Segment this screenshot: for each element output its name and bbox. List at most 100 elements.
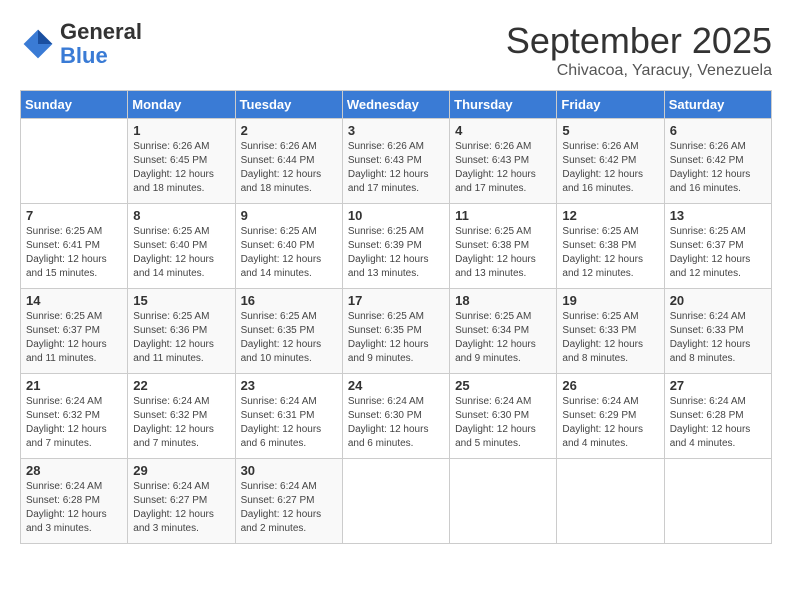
table-row: 27 Sunrise: 6:24 AM Sunset: 6:28 PM Dayli… — [664, 374, 771, 459]
day-number: 15 — [133, 293, 229, 308]
title-block: September 2025 Chivacoa, Yaracuy, Venezu… — [506, 20, 772, 80]
logo: General Blue — [20, 20, 142, 68]
day-info: Sunrise: 6:25 AM Sunset: 6:41 PM Dayligh… — [26, 225, 122, 281]
day-number: 3 — [348, 123, 444, 138]
day-info: Sunrise: 6:24 AM Sunset: 6:32 PM Dayligh… — [26, 395, 122, 451]
table-row: 10 Sunrise: 6:25 AM Sunset: 6:39 PM Dayli… — [342, 204, 449, 289]
column-header-thursday: Thursday — [450, 91, 557, 119]
day-number: 25 — [455, 378, 551, 393]
table-row: 26 Sunrise: 6:24 AM Sunset: 6:29 PM Dayli… — [557, 374, 664, 459]
day-number: 16 — [241, 293, 337, 308]
day-number: 28 — [26, 463, 122, 478]
day-info: Sunrise: 6:25 AM Sunset: 6:40 PM Dayligh… — [241, 225, 337, 281]
day-info: Sunrise: 6:24 AM Sunset: 6:32 PM Dayligh… — [133, 395, 229, 451]
day-number: 5 — [562, 123, 658, 138]
day-info: Sunrise: 6:24 AM Sunset: 6:29 PM Dayligh… — [562, 395, 658, 451]
table-row: 3 Sunrise: 6:26 AM Sunset: 6:43 PM Daylig… — [342, 119, 449, 204]
column-header-monday: Monday — [128, 91, 235, 119]
day-number: 18 — [455, 293, 551, 308]
day-info: Sunrise: 6:25 AM Sunset: 6:33 PM Dayligh… — [562, 310, 658, 366]
day-info: Sunrise: 6:24 AM Sunset: 6:27 PM Dayligh… — [241, 480, 337, 536]
day-info: Sunrise: 6:26 AM Sunset: 6:45 PM Dayligh… — [133, 140, 229, 196]
subtitle: Chivacoa, Yaracuy, Venezuela — [506, 62, 772, 80]
day-info: Sunrise: 6:26 AM Sunset: 6:42 PM Dayligh… — [670, 140, 766, 196]
day-number: 8 — [133, 208, 229, 223]
day-number: 10 — [348, 208, 444, 223]
day-number: 29 — [133, 463, 229, 478]
table-row: 20 Sunrise: 6:24 AM Sunset: 6:33 PM Dayli… — [664, 289, 771, 374]
column-header-wednesday: Wednesday — [342, 91, 449, 119]
day-number: 2 — [241, 123, 337, 138]
day-info: Sunrise: 6:24 AM Sunset: 6:28 PM Dayligh… — [26, 480, 122, 536]
table-row: 4Sunrise: 6:26 AM Sunset: 6:43 PM Daylig… — [450, 119, 557, 204]
table-row: 30 Sunrise: 6:24 AM Sunset: 6:27 PM Dayli… — [235, 459, 342, 544]
day-info: Sunrise: 6:24 AM Sunset: 6:30 PM Dayligh… — [348, 395, 444, 451]
day-info: Sunrise: 6:26 AM Sunset: 6:43 PM Dayligh… — [348, 140, 444, 196]
table-row — [557, 459, 664, 544]
table-row — [21, 119, 128, 204]
table-row — [342, 459, 449, 544]
table-row: 13 Sunrise: 6:25 AM Sunset: 6:37 PM Dayli… — [664, 204, 771, 289]
day-info: Sunrise: 6:24 AM Sunset: 6:33 PM Dayligh… — [670, 310, 766, 366]
day-number: 20 — [670, 293, 766, 308]
table-row: 28 Sunrise: 6:24 AM Sunset: 6:28 PM Dayli… — [21, 459, 128, 544]
day-info: Sunrise: 6:24 AM Sunset: 6:28 PM Dayligh… — [670, 395, 766, 451]
month-title: September 2025 — [506, 20, 772, 62]
table-row: 19 Sunrise: 6:25 AM Sunset: 6:33 PM Dayli… — [557, 289, 664, 374]
day-info: Sunrise: 6:25 AM Sunset: 6:35 PM Dayligh… — [241, 310, 337, 366]
day-number: 17 — [348, 293, 444, 308]
column-header-saturday: Saturday — [664, 91, 771, 119]
table-row: 17 Sunrise: 6:25 AM Sunset: 6:35 PM Dayli… — [342, 289, 449, 374]
day-number: 12 — [562, 208, 658, 223]
table-row: 14 Sunrise: 6:25 AM Sunset: 6:37 PM Dayli… — [21, 289, 128, 374]
table-row: 15 Sunrise: 6:25 AM Sunset: 6:36 PM Dayli… — [128, 289, 235, 374]
table-row: 6 Sunrise: 6:26 AM Sunset: 6:42 PM Daylig… — [664, 119, 771, 204]
day-info: Sunrise: 6:24 AM Sunset: 6:31 PM Dayligh… — [241, 395, 337, 451]
day-number: 11 — [455, 208, 551, 223]
table-row: 29 Sunrise: 6:24 AM Sunset: 6:27 PM Dayli… — [128, 459, 235, 544]
day-info: Sunrise: 6:25 AM Sunset: 6:37 PM Dayligh… — [670, 225, 766, 281]
day-number: 7 — [26, 208, 122, 223]
table-row: 2 Sunrise: 6:26 AM Sunset: 6:44 PM Daylig… — [235, 119, 342, 204]
table-row: 9 Sunrise: 6:25 AM Sunset: 6:40 PM Daylig… — [235, 204, 342, 289]
table-row — [450, 459, 557, 544]
table-row: 11 Sunrise: 6:25 AM Sunset: 6:38 PM Dayli… — [450, 204, 557, 289]
day-number: 27 — [670, 378, 766, 393]
day-info: Sunrise: 6:25 AM Sunset: 6:34 PM Dayligh… — [455, 310, 551, 366]
day-number: 19 — [562, 293, 658, 308]
table-row: 21 Sunrise: 6:24 AM Sunset: 6:32 PM Dayli… — [21, 374, 128, 459]
day-number: 21 — [26, 378, 122, 393]
day-number: 13 — [670, 208, 766, 223]
table-row: 8 Sunrise: 6:25 AM Sunset: 6:40 PM Daylig… — [128, 204, 235, 289]
day-info: Sunrise: 6:25 AM Sunset: 6:38 PM Dayligh… — [455, 225, 551, 281]
table-row: 12 Sunrise: 6:25 AM Sunset: 6:38 PM Dayli… — [557, 204, 664, 289]
day-info: Sunrise: 6:25 AM Sunset: 6:36 PM Dayligh… — [133, 310, 229, 366]
day-number: 24 — [348, 378, 444, 393]
calendar-table: SundayMondayTuesdayWednesdayThursdayFrid… — [20, 90, 772, 544]
day-info: Sunrise: 6:25 AM Sunset: 6:38 PM Dayligh… — [562, 225, 658, 281]
table-row: 24 Sunrise: 6:24 AM Sunset: 6:30 PM Dayli… — [342, 374, 449, 459]
day-number: 4 — [455, 123, 551, 138]
day-info: Sunrise: 6:25 AM Sunset: 6:40 PM Dayligh… — [133, 225, 229, 281]
day-info: Sunrise: 6:25 AM Sunset: 6:35 PM Dayligh… — [348, 310, 444, 366]
column-header-friday: Friday — [557, 91, 664, 119]
day-info: Sunrise: 6:24 AM Sunset: 6:30 PM Dayligh… — [455, 395, 551, 451]
day-info: Sunrise: 6:25 AM Sunset: 6:37 PM Dayligh… — [26, 310, 122, 366]
day-number: 22 — [133, 378, 229, 393]
day-info: Sunrise: 6:24 AM Sunset: 6:27 PM Dayligh… — [133, 480, 229, 536]
day-info: Sunrise: 6:26 AM Sunset: 6:44 PM Dayligh… — [241, 140, 337, 196]
table-row: 7 Sunrise: 6:25 AM Sunset: 6:41 PM Daylig… — [21, 204, 128, 289]
table-row: 16 Sunrise: 6:25 AM Sunset: 6:35 PM Dayli… — [235, 289, 342, 374]
day-number: 26 — [562, 378, 658, 393]
day-number: 9 — [241, 208, 337, 223]
table-row: 25 Sunrise: 6:24 AM Sunset: 6:30 PM Dayli… — [450, 374, 557, 459]
day-info: Sunrise: 6:26 AM Sunset: 6:42 PM Dayligh… — [562, 140, 658, 196]
day-number: 30 — [241, 463, 337, 478]
column-header-sunday: Sunday — [21, 91, 128, 119]
day-number: 6 — [670, 123, 766, 138]
page-header: General Blue September 2025 Chivacoa, Ya… — [20, 20, 772, 80]
column-header-tuesday: Tuesday — [235, 91, 342, 119]
day-number: 14 — [26, 293, 122, 308]
day-info: Sunrise: 6:25 AM Sunset: 6:39 PM Dayligh… — [348, 225, 444, 281]
day-number: 1 — [133, 123, 229, 138]
